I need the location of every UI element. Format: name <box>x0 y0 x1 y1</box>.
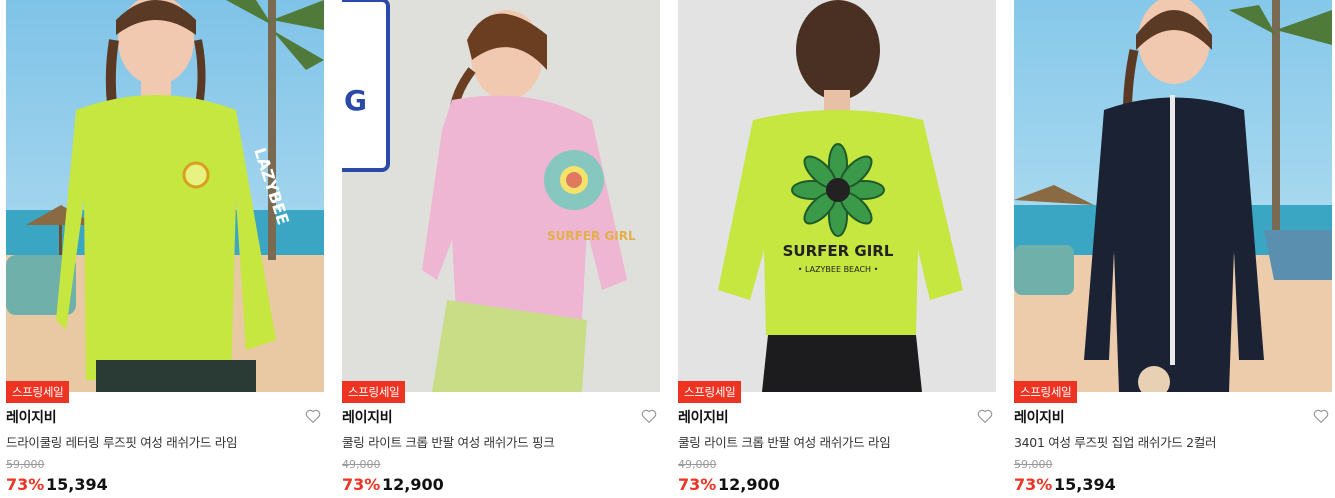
sale-price: 12,900 <box>382 475 444 494</box>
discount-rate: 73% <box>1014 475 1053 494</box>
product-name[interactable]: 쿨링 라이트 크롭 반팔 여성 래쉬가드 핑크 <box>342 432 555 451</box>
sale-price: 12,900 <box>718 475 780 494</box>
sale-badge: 스프링세일 <box>1014 381 1078 403</box>
brand-name[interactable]: 레이지비 <box>6 407 57 427</box>
heart-outline-icon[interactable] <box>304 407 322 425</box>
product-name[interactable]: 3401 여성 루즈핏 집업 래쉬가드 2컬러 <box>1014 432 1217 451</box>
brand-name[interactable]: 레이지비 <box>678 407 729 427</box>
sale-badge: 스프링세일 <box>6 381 70 403</box>
original-price: 49,000 <box>678 458 717 471</box>
product-grid: LAZYBEE 스프링세일 레이지비 드라이쿨링 레터링 루즈핏 여성 래쉬가드… <box>0 0 1335 498</box>
product-image[interactable] <box>1014 0 1332 392</box>
product-name[interactable]: 드라이쿨링 레터링 루즈핏 여성 래쉬가드 라임 <box>6 432 237 451</box>
heart-outline-icon[interactable] <box>1312 407 1330 425</box>
sale-badge: 스프링세일 <box>678 381 742 403</box>
sale-price: 15,394 <box>1054 475 1116 494</box>
product-photo-lime-tee-back: SURFER GIRL • LAZYBEE BEACH • <box>678 0 996 392</box>
original-price: 49,000 <box>342 458 381 471</box>
heart-outline-icon[interactable] <box>976 407 994 425</box>
heart-outline-icon[interactable] <box>640 407 658 425</box>
product-card[interactable]: G SURFER GIRL 스프링세일 레이지비 쿨링 라이트 크롭 반팔 여성… <box>342 0 660 498</box>
original-price: 59,000 <box>6 458 45 471</box>
wall-sign-letter: G <box>344 84 367 117</box>
product-card[interactable]: 스프링세일 레이지비 3401 여성 루즈핏 집업 래쉬가드 2컬러 59,00… <box>1014 0 1332 498</box>
product-photo-pink-tee: G SURFER GIRL <box>342 0 660 392</box>
discount-rate: 73% <box>678 475 717 494</box>
shirt-print-text: SURFER GIRL <box>547 229 636 243</box>
product-photo-beach-lime: LAZYBEE <box>6 0 324 392</box>
sale-price: 15,394 <box>46 475 108 494</box>
product-image[interactable]: LAZYBEE <box>6 0 324 392</box>
product-name[interactable]: 쿨링 라이트 크롭 반팔 여성 래쉬가드 라임 <box>678 432 891 451</box>
product-image[interactable]: SURFER GIRL • LAZYBEE BEACH • <box>678 0 996 392</box>
original-price: 59,000 <box>1014 458 1053 471</box>
product-card[interactable]: SURFER GIRL • LAZYBEE BEACH • 스프링세일 레이지비… <box>678 0 996 498</box>
discount-rate: 73% <box>342 475 381 494</box>
product-card[interactable]: LAZYBEE 스프링세일 레이지비 드라이쿨링 레터링 루즈핏 여성 래쉬가드… <box>6 0 324 498</box>
sale-badge: 스프링세일 <box>342 381 406 403</box>
brand-name[interactable]: 레이지비 <box>1014 407 1065 427</box>
shirt-print-text: SURFER GIRL <box>783 242 894 260</box>
product-image[interactable]: G SURFER GIRL <box>342 0 660 392</box>
discount-rate: 73% <box>6 475 45 494</box>
brand-name[interactable]: 레이지비 <box>342 407 393 427</box>
product-photo-navy-zipup <box>1014 0 1332 392</box>
shirt-print-subtext: • LAZYBEE BEACH • <box>798 265 879 274</box>
